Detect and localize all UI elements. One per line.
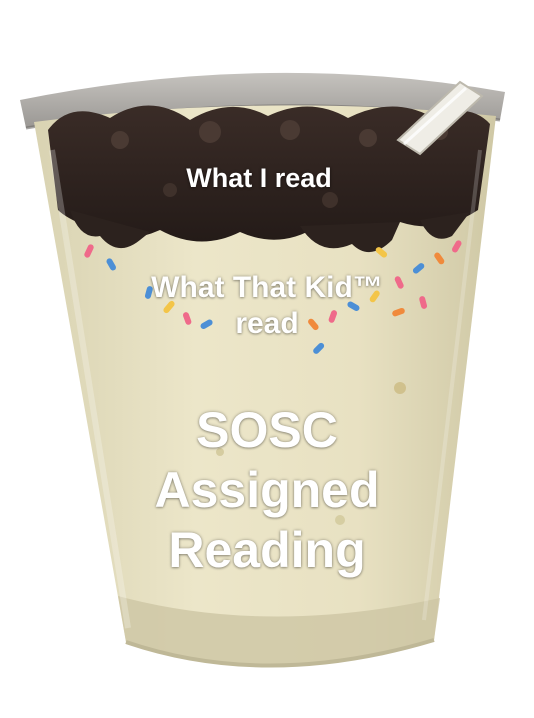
caption-bottom-line3: Reading [168,522,366,578]
caption-bottom: SOSC Assigned Reading [0,400,534,580]
dessert-cup-illustration [20,72,505,668]
caption-middle-line2: read [235,307,299,340]
caption-bottom-line2: Assigned [154,462,380,518]
caption-top: What I read [0,163,526,193]
caption-bottom-line1: SOSC [196,402,338,458]
caption-middle: What That Kid™ read [0,270,534,342]
caption-middle-line1: What That Kid™ [151,271,383,304]
caption-top-text: What I read [186,163,332,193]
